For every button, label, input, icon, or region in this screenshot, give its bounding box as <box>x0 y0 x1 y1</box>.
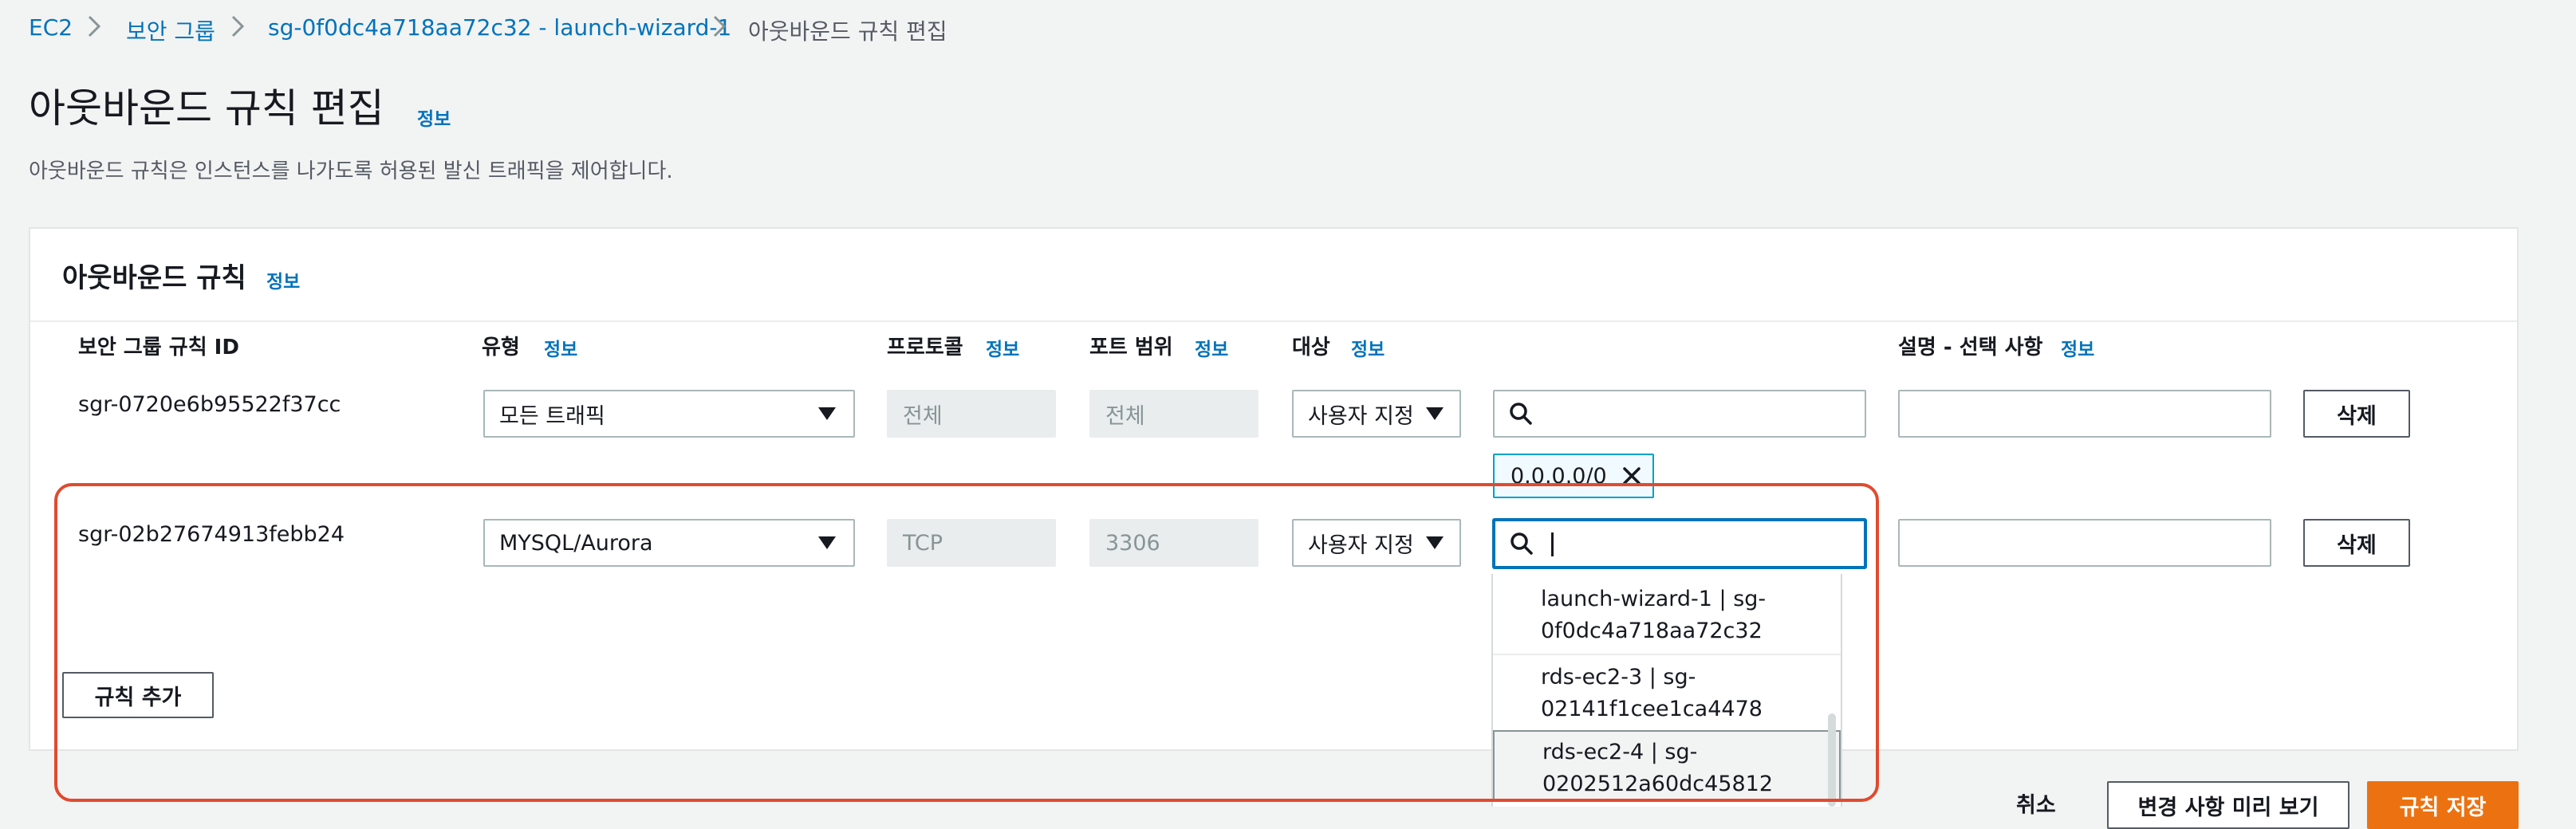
destination-mode-value: 사용자 지정 <box>1308 403 1414 429</box>
type-select[interactable]: MYSQL/Aurora <box>483 519 855 567</box>
dropdown-option-line: rds-ec2-4 | sg- <box>1542 740 1698 764</box>
destination-options-dropdown: launch-wizard-1 | sg- 0f0dc4a718aa72c32 … <box>1491 574 1842 807</box>
text-cursor <box>1551 532 1554 556</box>
chevron-right-icon <box>226 13 250 40</box>
destination-search-input[interactable] <box>1493 390 1866 438</box>
dropdown-option-line: rds-ec2-3 | sg- <box>1541 665 1696 690</box>
breadcrumb-ec2[interactable]: EC2 <box>29 14 73 41</box>
protocol-info-link[interactable]: 정보 <box>986 334 1019 361</box>
save-rules-button[interactable]: 규칙 저장 <box>2367 781 2519 829</box>
destination-search-input[interactable] <box>1493 519 1866 568</box>
breadcrumb-security-group[interactable]: sg-0f0dc4a718aa72c32 - launch-wizard-1 <box>268 14 731 41</box>
column-header-type: 유형 <box>482 336 520 359</box>
protocol-field: TCP <box>887 519 1056 567</box>
port-range-field: 전체 <box>1089 390 1258 438</box>
dropdown-option-line: 0f0dc4a718aa72c32 <box>1541 619 1763 643</box>
type-select[interactable]: 모든 트래픽 <box>483 390 855 438</box>
breadcrumb-current: 아웃바운드 규칙 편집 <box>748 18 947 45</box>
column-header-destination: 대상 <box>1292 336 1330 359</box>
panel-title: 아웃바운드 규칙 <box>62 262 246 294</box>
preview-changes-button[interactable]: 변경 사항 미리 보기 <box>2107 781 2350 829</box>
chevron-right-icon <box>707 13 731 40</box>
breadcrumb-security-groups[interactable]: 보안 그룹 <box>126 14 215 46</box>
delete-button[interactable]: 삭제 <box>2303 519 2410 567</box>
destination-mode-value: 사용자 지정 <box>1308 532 1414 558</box>
dropdown-scrollbar[interactable] <box>1828 713 1836 807</box>
column-header-description: 설명 - 선택 사항 <box>1898 336 2043 359</box>
dropdown-option-line: launch-wizard-1 | sg- <box>1541 587 1767 611</box>
port-range-field: 3306 <box>1089 519 1258 567</box>
type-info-link[interactable]: 정보 <box>544 334 577 361</box>
type-select-value: MYSQL/Aurora <box>499 530 653 556</box>
rule-description-input[interactable] <box>1898 519 2271 567</box>
caret-down-icon <box>1426 407 1444 420</box>
panel-info-link[interactable]: 정보 <box>266 266 300 293</box>
dropdown-option[interactable]: rds-ec2-4 | sg- 0202512a60dc45812 <box>1493 730 1841 802</box>
column-header-port-range: 포트 범위 <box>1089 336 1173 359</box>
search-icon <box>1510 403 1532 425</box>
rule-id: sgr-02b27674913febb24 <box>78 522 345 547</box>
dropdown-option[interactable]: rds-ec2-3 | sg- 02141f1cee1ca4478 <box>1493 654 1841 725</box>
page-title: 아웃바운드 규칙 편집 <box>29 85 384 132</box>
rule-description-input[interactable] <box>1898 390 2271 438</box>
save-rules-label: 규칙 저장 <box>2399 795 2487 820</box>
outbound-rules-panel: 아웃바운드 규칙 정보 보안 그룹 규칙 ID 유형 정보 프로토콜 정보 포트… <box>29 227 2519 751</box>
dropdown-option-line: 02141f1cee1ca4478 <box>1541 697 1763 721</box>
destination-token: 0.0.0.0/0 <box>1493 454 1654 498</box>
page-description: 아웃바운드 규칙은 인스턴스를 나가도록 허용된 발신 트래픽을 제어합니다. <box>29 159 673 183</box>
close-icon[interactable] <box>1621 465 1643 487</box>
add-rule-button[interactable]: 규칙 추가 <box>62 672 214 718</box>
port-range-info-link[interactable]: 정보 <box>1195 334 1228 361</box>
search-icon <box>1511 532 1533 555</box>
type-select-value: 모든 트래픽 <box>499 403 605 429</box>
dropdown-option[interactable]: launch-wizard-1 | sg- 0f0dc4a718aa72c32 <box>1493 583 1841 647</box>
dropdown-option-line: 0202512a60dc45812 <box>1542 772 1774 796</box>
caret-down-icon <box>1426 536 1444 549</box>
destination-mode-select[interactable]: 사용자 지정 <box>1292 519 1461 567</box>
page-info-link[interactable]: 정보 <box>417 104 451 131</box>
column-header-rule-id: 보안 그룹 규칙 ID <box>78 336 239 359</box>
protocol-field: 전체 <box>887 390 1056 438</box>
caret-down-icon <box>818 407 836 420</box>
column-header-protocol: 프로토콜 <box>887 336 963 359</box>
rule-id: sgr-0720e6b95522f37cc <box>78 392 341 417</box>
delete-button[interactable]: 삭제 <box>2303 390 2410 438</box>
cancel-button[interactable]: 취소 <box>2016 788 2056 819</box>
chevron-right-icon <box>82 13 106 40</box>
preview-changes-label: 변경 사항 미리 보기 <box>2137 795 2319 820</box>
divider <box>30 320 2517 322</box>
destination-token-value: 0.0.0.0/0 <box>1511 463 1607 489</box>
caret-down-icon <box>818 536 836 549</box>
destination-mode-select[interactable]: 사용자 지정 <box>1292 390 1461 438</box>
destination-info-link[interactable]: 정보 <box>1351 334 1385 361</box>
description-info-link[interactable]: 정보 <box>2061 334 2094 361</box>
